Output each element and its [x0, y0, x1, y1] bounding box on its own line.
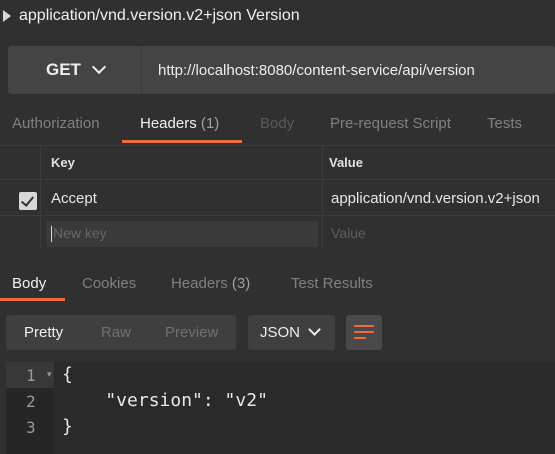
chevron-down-icon — [308, 323, 321, 336]
request-tabs: Authorization Headers (1) Body Pre-reque… — [0, 103, 555, 145]
divider — [0, 145, 555, 146]
header-key-cell[interactable]: Accept — [51, 190, 97, 207]
code-line: { — [62, 364, 73, 385]
mode-preview[interactable]: Preview — [165, 324, 218, 341]
column-header-value: Value — [329, 155, 363, 170]
line-number: 3 — [26, 418, 36, 437]
new-key-placeholder: New key — [53, 225, 107, 241]
mode-raw[interactable]: Raw — [101, 324, 131, 341]
headers-table: Key Value Accept application/vnd.version… — [0, 145, 555, 254]
format-selector[interactable]: JSON — [248, 315, 335, 350]
wrap-lines-icon — [354, 325, 374, 327]
divider — [0, 179, 555, 180]
request-title[interactable]: application/vnd.version.v2+json Version — [19, 7, 300, 25]
headers-count: (1) — [200, 115, 220, 132]
line-gutter: 1 ▾ 2 3 — [6, 362, 54, 454]
code-line: } — [62, 416, 73, 437]
new-key-input[interactable]: New key — [46, 221, 318, 247]
divider — [322, 145, 323, 250]
active-tab-indicator — [0, 298, 65, 301]
url-input[interactable]: http://localhost:8080/content-service/ap… — [158, 62, 475, 79]
line-number: 2 — [26, 392, 36, 411]
view-mode-group: Pretty Raw Preview — [6, 315, 236, 350]
method-label: GET — [46, 60, 81, 79]
response-body-editor[interactable]: 1 ▾ 2 3 { "version": "v2" } — [6, 362, 555, 454]
active-tab-indicator — [122, 140, 242, 143]
method-selector[interactable]: GET — [8, 46, 141, 94]
wrap-lines-button[interactable] — [346, 315, 382, 350]
header-value-cell[interactable]: application/vnd.version.v2+json — [331, 190, 540, 207]
text-cursor — [51, 226, 52, 242]
mode-pretty[interactable]: Pretty — [24, 324, 63, 341]
divider — [141, 46, 142, 94]
tab-tests[interactable]: Tests — [487, 115, 522, 132]
fold-arrow-icon[interactable]: ▾ — [47, 369, 52, 380]
wrap-lines-icon-line — [354, 331, 374, 333]
code-line: "version": "v2" — [62, 390, 268, 411]
line-number: 1 — [26, 366, 36, 385]
column-header-key: Key — [51, 155, 75, 170]
tab-test-results[interactable]: Test Results — [291, 275, 373, 292]
tab-pre-request-script[interactable]: Pre-request Script — [330, 115, 451, 132]
tab-response-headers[interactable]: Headers (3) — [171, 275, 250, 292]
tab-response-body[interactable]: Body — [12, 275, 46, 292]
divider — [40, 145, 41, 250]
header-enabled-checkbox[interactable] — [19, 192, 37, 210]
format-label: JSON — [260, 324, 301, 341]
response-view-toolbar: Pretty Raw Preview JSON — [6, 315, 555, 351]
tab-authorization[interactable]: Authorization — [12, 115, 100, 132]
divider — [0, 215, 555, 216]
request-title-bar: application/vnd.version.v2+json Version — [0, 0, 555, 36]
tab-body[interactable]: Body — [260, 115, 294, 132]
tab-cookies[interactable]: Cookies — [82, 275, 136, 292]
response-headers-count: (3) — [231, 275, 251, 292]
request-url-bar: GET http://localhost:8080/content-servic… — [8, 46, 555, 94]
checkmark-icon — [20, 193, 35, 207]
tab-headers[interactable]: Headers (1) — [140, 115, 219, 132]
response-tabs: Body Cookies Headers (3) Test Results — [0, 263, 555, 303]
chevron-down-icon — [91, 59, 107, 75]
new-value-input[interactable]: Value — [331, 225, 366, 241]
wrap-lines-icon-line — [354, 337, 366, 339]
caret-right-icon[interactable] — [3, 10, 11, 22]
